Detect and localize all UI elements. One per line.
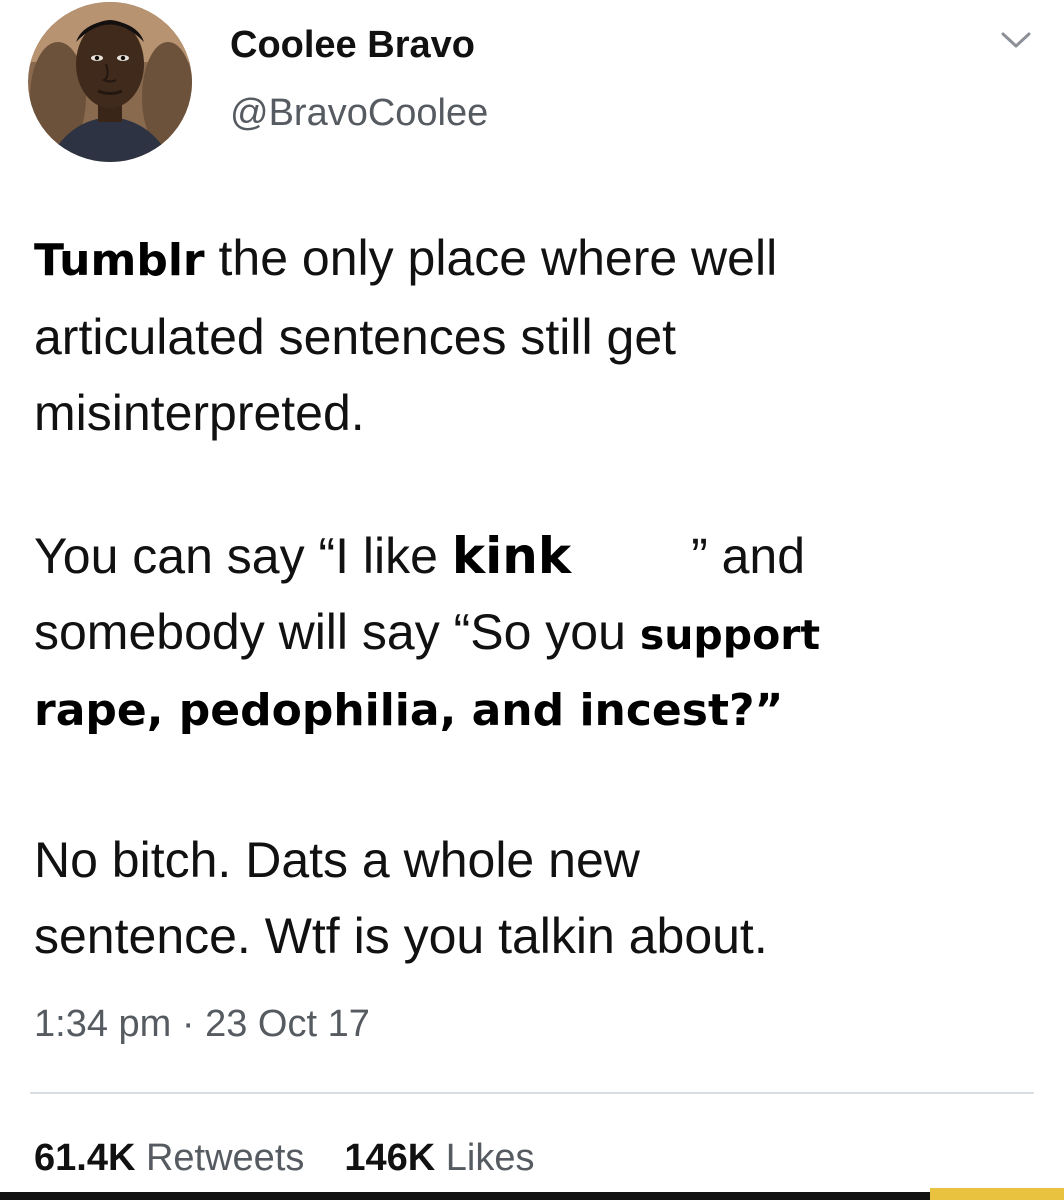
paragraph-3-line-1: No bitch. Dats a whole new	[34, 832, 640, 888]
likes-count: 146K	[344, 1137, 436, 1179]
tumblr-word: Tumblr	[34, 235, 205, 286]
paragraph-2-line-2-start: somebody will say “So you	[34, 604, 640, 660]
divider	[30, 1092, 1034, 1094]
paragraph-1-line-2: articulated sentences still get	[34, 309, 677, 365]
tweet-timestamp[interactable]: 1:34 pm · 23 Oct 17	[34, 1003, 370, 1046]
display-name[interactable]: Coolee Bravo	[230, 24, 475, 67]
tweet-paragraph-2: You can say “I like kink ” and somebody w…	[34, 518, 1034, 749]
chevron-down-icon[interactable]	[1000, 30, 1032, 50]
support-word: support	[639, 611, 821, 659]
paragraph-1-line-1: Tumblr the only place where well	[34, 220, 1034, 299]
retweets-stat[interactable]: 61.4K Retweets	[34, 1137, 304, 1179]
paragraph-2-line-1-start: You can say “I like	[34, 528, 452, 584]
paragraph-2-line-2: somebody will say “So you support	[34, 594, 1034, 673]
paragraph-2-line-1-end: ” and	[691, 528, 806, 584]
retweets-label: Retweets	[145, 1137, 305, 1179]
paragraph-1-line-1-rest: the only place where well	[204, 230, 778, 286]
likes-label: Likes	[445, 1137, 535, 1179]
tweet-paragraph-3: No bitch. Dats a whole new sentence. Wtf…	[34, 822, 1034, 974]
avatar[interactable]	[28, 2, 192, 162]
paragraph-1-line-3: misinterpreted.	[34, 385, 365, 441]
likes-stat[interactable]: 146K Likes	[344, 1137, 534, 1179]
bottom-border	[0, 1192, 1064, 1200]
paragraph-3-line-2: sentence. Wtf is you talkin about.	[34, 908, 768, 964]
retweets-count: 61.4K	[34, 1137, 136, 1179]
paragraph-2-line-1: You can say “I like kink ” and	[34, 518, 1034, 594]
engagement-stats: 61.4K Retweets 146K Likes	[34, 1137, 535, 1180]
avatar-image	[28, 2, 192, 162]
user-handle[interactable]: @BravoCoolee	[230, 92, 488, 135]
paragraph-2-line-3: rape, pedophilia, and incest?”	[34, 685, 784, 736]
kink-word: kink	[451, 527, 572, 585]
watermark	[930, 1188, 1064, 1200]
tweet-paragraph-1: Tumblr the only place where well articul…	[34, 220, 1034, 451]
